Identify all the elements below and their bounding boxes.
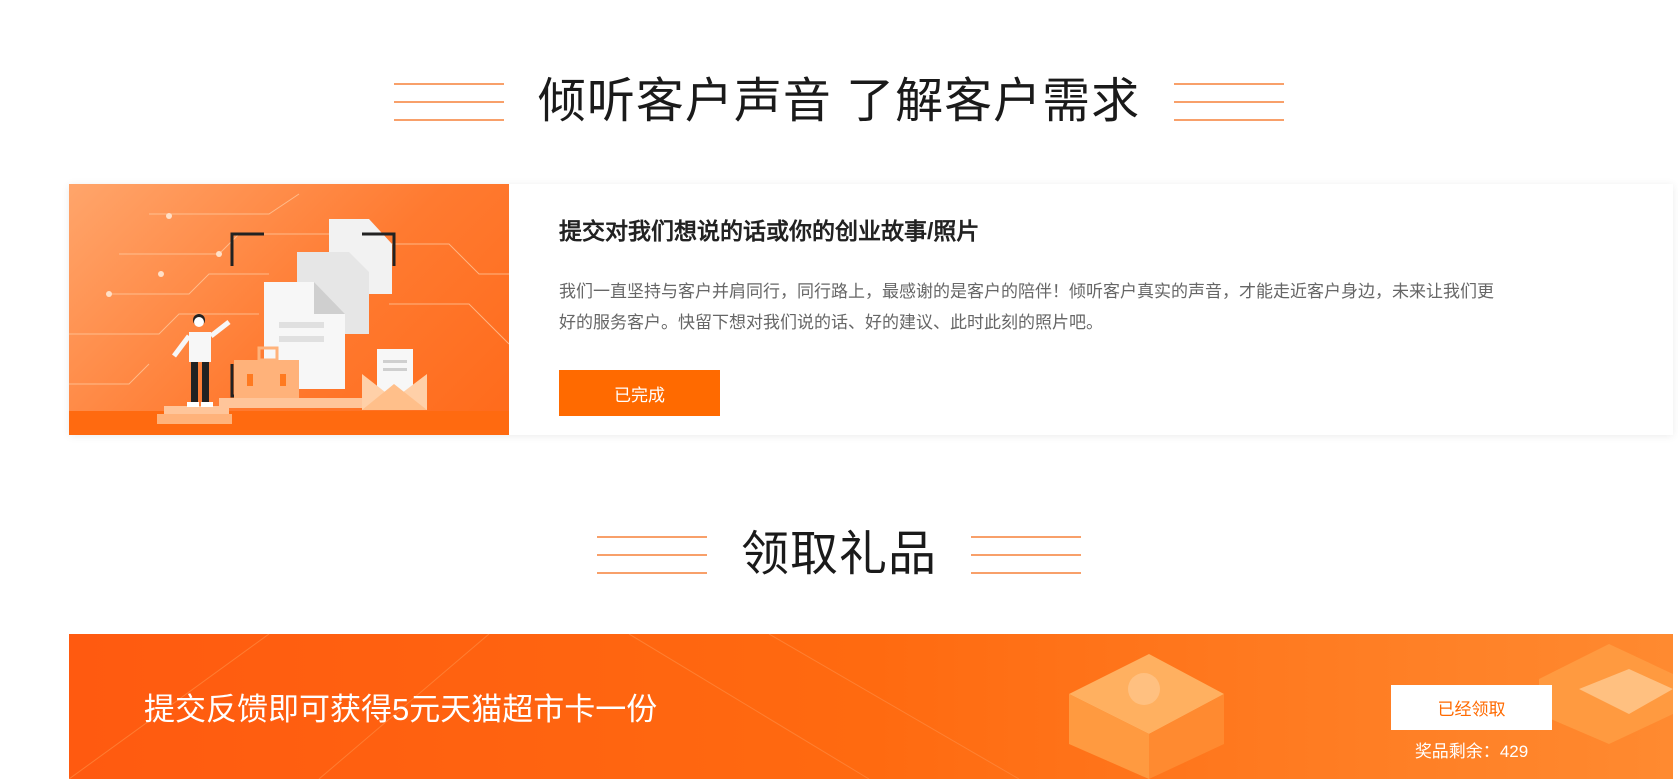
prize-remaining-count: 429 <box>1499 742 1529 761</box>
section-title-text: 领取礼品 <box>740 528 937 581</box>
section-title-feedback: 倾听客户声音 了解客户需求 <box>0 78 1678 126</box>
feedback-illustration <box>69 184 509 435</box>
gift-banner: 提交反馈即可获得5元天猫超市卡一份 已经领取 奖品剩余：429 <box>69 634 1673 779</box>
title-decoration-left <box>393 81 504 123</box>
title-decoration-right <box>971 534 1081 576</box>
feedback-card-description: 我们一直坚持与客户并肩同行，同行路上，最感谢的是客户的陪伴！倾听客户真实的声音，… <box>559 282 1494 332</box>
prize-remaining-label: 奖品剩余： <box>1414 742 1500 761</box>
documents-illustration-icon <box>69 193 509 435</box>
section-title-gift: 领取礼品 <box>0 531 1678 579</box>
title-decoration-right <box>1174 81 1285 123</box>
title-decoration-left <box>596 534 707 576</box>
section-title-text: 倾听客户声音 了解客户需求 <box>537 75 1141 128</box>
gift-offer-text: 提交反馈即可获得5元天猫超市卡一份 <box>144 692 658 727</box>
claimed-button[interactable]: 已经领取 <box>1391 685 1552 730</box>
feedback-card-body: 提交对我们想说的话或你的创业故事/照片 我们一直坚持与客户并肩同行，同行路上，最… <box>509 184 1499 435</box>
completed-button[interactable]: 已完成 <box>559 370 720 416</box>
feedback-card-heading: 提交对我们想说的话或你的创业故事/照片 <box>559 218 980 244</box>
feedback-card: 提交对我们想说的话或你的创业故事/照片 我们一直坚持与客户并肩同行，同行路上，最… <box>69 184 1673 435</box>
prize-remaining: 奖品剩余：429 <box>1391 737 1552 762</box>
